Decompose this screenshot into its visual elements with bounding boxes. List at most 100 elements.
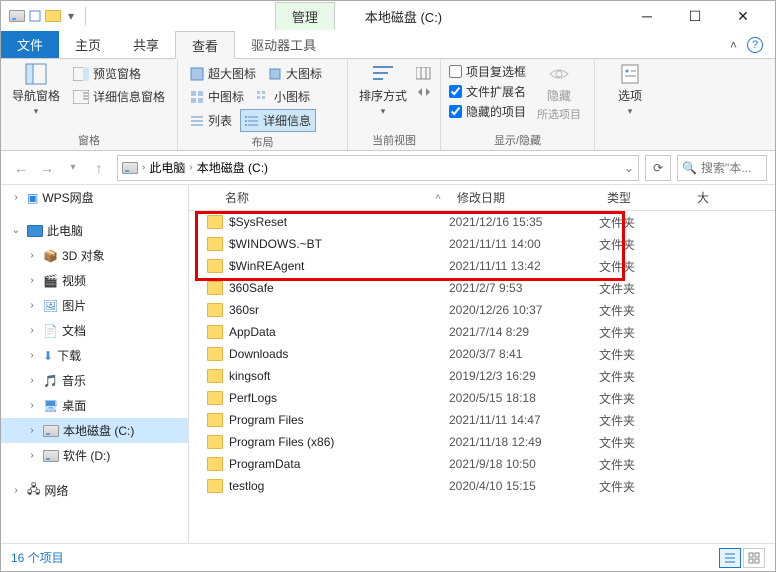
help-icon[interactable]: ?: [747, 37, 763, 53]
nav-this-pc[interactable]: ⌄此电脑: [1, 218, 188, 243]
hidden-items[interactable]: 隐藏的项目: [449, 103, 526, 120]
search-input[interactable]: 🔍 搜索"本...: [677, 155, 767, 181]
chevron-right-icon[interactable]: ›: [189, 162, 192, 173]
table-row[interactable]: Downloads2020/3/7 8:41文件夹: [189, 343, 775, 365]
table-row[interactable]: Program Files2021/11/11 14:47文件夹: [189, 409, 775, 431]
table-row[interactable]: AppData2021/7/14 8:29文件夹: [189, 321, 775, 343]
address-bar: ← → ▾ ↑ › 此电脑 › 本地磁盘 (C:) ⌄ ⟳ 🔍 搜索"本...: [1, 151, 775, 185]
navigation-pane-button[interactable]: 导航窗格 ▾: [9, 63, 63, 117]
minimize-button[interactable]: ─: [627, 2, 667, 30]
file-date: 2021/11/18 12:49: [449, 435, 599, 449]
details-view-switch[interactable]: [719, 548, 741, 568]
nav-item[interactable]: ›软件 (D:): [1, 443, 188, 468]
contextual-tab-manage[interactable]: 管理: [275, 2, 335, 30]
window-controls: ─ ☐ ✕: [627, 2, 771, 30]
nav-item[interactable]: ›🖥桌面: [1, 393, 188, 418]
nav-wps[interactable]: ›▣WPS网盘: [1, 185, 188, 210]
nav-item[interactable]: ›🎬视频: [1, 268, 188, 293]
details-pane-button[interactable]: 详细信息窗格: [69, 86, 169, 107]
col-date[interactable]: 修改日期: [449, 189, 599, 206]
ribbon-collapse-icon[interactable]: ˄: [730, 38, 737, 52]
large-icons[interactable]: 大图标: [264, 63, 326, 84]
file-list: 名称˄ 修改日期 类型 大 $SysReset2021/12/16 15:35文…: [189, 185, 775, 543]
main-area: ›▣WPS网盘 ⌄此电脑 ›📦3D 对象›🎬视频›🖼图片›📄文档›⬇下载›🎵音乐…: [1, 185, 775, 543]
file-rows[interactable]: $SysReset2021/12/16 15:35文件夹$WINDOWS.~BT…: [189, 211, 775, 543]
breadcrumb-segment[interactable]: 此电脑: [149, 159, 185, 176]
folder-icon: 📦: [43, 249, 58, 263]
navigation-pane[interactable]: ›▣WPS网盘 ⌄此电脑 ›📦3D 对象›🎬视频›🖼图片›📄文档›⬇下载›🎵音乐…: [1, 185, 189, 543]
file-extensions[interactable]: 文件扩展名: [449, 83, 526, 100]
chevron-right-icon[interactable]: ›: [142, 162, 145, 173]
file-type: 文件夹: [599, 368, 689, 385]
refresh-button[interactable]: ⟳: [645, 155, 671, 181]
table-row[interactable]: $WinREAgent2021/11/11 13:42文件夹: [189, 255, 775, 277]
file-type: 文件夹: [599, 390, 689, 407]
tab-share[interactable]: 共享: [117, 31, 175, 58]
history-dropdown[interactable]: ▾: [61, 156, 85, 180]
hide-selected-button[interactable]: 隐藏 所选项目: [532, 63, 586, 122]
table-row[interactable]: Program Files (x86)2021/11/18 12:49文件夹: [189, 431, 775, 453]
icons-view-switch[interactable]: [743, 548, 765, 568]
tab-home[interactable]: 主页: [59, 31, 117, 58]
qat-item[interactable]: [45, 8, 61, 24]
file-type: 文件夹: [599, 258, 689, 275]
size-columns-icon[interactable]: [416, 85, 432, 99]
table-row[interactable]: $WINDOWS.~BT2021/11/11 14:00文件夹: [189, 233, 775, 255]
nav-item[interactable]: ›本地磁盘 (C:): [1, 418, 188, 443]
table-row[interactable]: 360Safe2021/2/7 9:53文件夹: [189, 277, 775, 299]
nav-item[interactable]: ›📦3D 对象: [1, 243, 188, 268]
table-row[interactable]: $SysReset2021/12/16 15:35文件夹: [189, 211, 775, 233]
col-name[interactable]: 名称˄: [189, 189, 449, 206]
file-name: $WinREAgent: [229, 259, 449, 273]
add-columns-icon[interactable]: [416, 67, 432, 81]
item-checkboxes[interactable]: 项目复选框: [449, 63, 526, 80]
nav-network[interactable]: ›🖧网络: [1, 476, 188, 505]
maximize-button[interactable]: ☐: [675, 2, 715, 30]
medium-icons[interactable]: 中图标: [186, 86, 248, 107]
folder-icon: 🖼: [43, 299, 58, 313]
qat-item[interactable]: [27, 8, 43, 24]
table-row[interactable]: testlog2020/4/10 15:15文件夹: [189, 475, 775, 497]
table-row[interactable]: kingsoft2019/12/3 16:29文件夹: [189, 365, 775, 387]
preview-pane-button[interactable]: 预览窗格: [69, 63, 169, 84]
folder-icon: 🎵: [43, 374, 58, 388]
close-button[interactable]: ✕: [723, 2, 763, 30]
table-row[interactable]: 360sr2020/12/26 10:37文件夹: [189, 299, 775, 321]
chevron-down-icon[interactable]: ⌄: [624, 161, 634, 175]
folder-icon: 📄: [43, 324, 58, 338]
file-name: Downloads: [229, 347, 449, 361]
details-view[interactable]: 详细信息: [240, 109, 316, 132]
file-date: 2021/9/18 10:50: [449, 457, 599, 471]
breadcrumb[interactable]: › 此电脑 › 本地磁盘 (C:) ⌄: [117, 155, 639, 181]
nav-item[interactable]: ›⬇下载: [1, 343, 188, 368]
window-title: 本地磁盘 (C:): [365, 7, 442, 26]
tab-drive-tools[interactable]: 驱动器工具: [235, 31, 332, 58]
options-button[interactable]: 选项 ▾: [603, 63, 657, 117]
folder-icon: 🖥: [43, 399, 58, 413]
sort-button[interactable]: 排序方式 ▾: [356, 63, 410, 117]
file-type: 文件夹: [599, 456, 689, 473]
list-view[interactable]: 列表: [186, 109, 236, 132]
tab-view[interactable]: 查看: [175, 31, 235, 59]
drive-icon: [43, 425, 59, 437]
file-date: 2021/11/11 14:47: [449, 413, 599, 427]
extra-large-icons[interactable]: 超大图标: [186, 63, 260, 84]
col-type[interactable]: 类型: [599, 189, 689, 206]
up-button[interactable]: ↑: [87, 156, 111, 180]
nav-item[interactable]: ›📄文档: [1, 318, 188, 343]
file-name: AppData: [229, 325, 449, 339]
col-size[interactable]: 大: [689, 189, 729, 206]
nav-item[interactable]: ›🎵音乐: [1, 368, 188, 393]
table-row[interactable]: ProgramData2021/9/18 10:50文件夹: [189, 453, 775, 475]
back-button[interactable]: ←: [9, 156, 33, 180]
qat-overflow[interactable]: ▾: [63, 8, 79, 24]
forward-button[interactable]: →: [35, 156, 59, 180]
tab-file[interactable]: 文件: [1, 31, 59, 58]
file-date: 2020/5/15 18:18: [449, 391, 599, 405]
file-date: 2019/12/3 16:29: [449, 369, 599, 383]
breadcrumb-segment[interactable]: 本地磁盘 (C:): [197, 159, 268, 176]
group-label: 布局: [186, 132, 339, 150]
nav-item[interactable]: ›🖼图片: [1, 293, 188, 318]
table-row[interactable]: PerfLogs2020/5/15 18:18文件夹: [189, 387, 775, 409]
small-icons[interactable]: 小图标: [252, 86, 314, 107]
